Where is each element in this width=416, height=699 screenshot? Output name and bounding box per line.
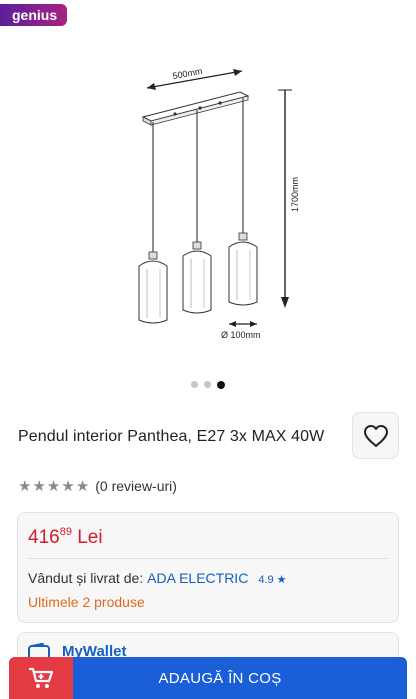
price: 41689 Lei bbox=[28, 526, 103, 549]
seller-rating-value: 4.9 bbox=[258, 574, 274, 586]
height-dimension-label: 1700mm bbox=[290, 177, 300, 212]
gallery-pagination[interactable] bbox=[0, 380, 416, 389]
lamp-drawing: 500mm Ø 100mm 1700mm bbox=[138, 66, 300, 340]
product-title-row: Pendul interior Panthea, E27 3x MAX 40W bbox=[18, 412, 399, 460]
seller-rating[interactable]: 4.9 ★ bbox=[258, 573, 286, 586]
divider bbox=[28, 558, 388, 559]
star-icon: ★ bbox=[75, 476, 90, 495]
price-decimals: 89 bbox=[59, 526, 72, 538]
star-icon: ★ bbox=[46, 476, 61, 495]
gallery-dot[interactable] bbox=[204, 381, 211, 388]
seller-info: Vândut și livrat de: ADA ELECTRIC 4.9 ★ bbox=[28, 570, 287, 586]
price-integer: 416 bbox=[28, 527, 60, 548]
favorite-button[interactable] bbox=[352, 412, 399, 459]
seller-name-link[interactable]: ADA ELECTRIC bbox=[147, 570, 248, 586]
heart-icon bbox=[363, 424, 388, 447]
stock-status: Ultimele 2 produse bbox=[28, 594, 145, 610]
cart-icon bbox=[29, 667, 54, 688]
star-icon: ★ bbox=[61, 476, 75, 495]
star-icon: ★ bbox=[18, 476, 32, 495]
price-currency: Lei bbox=[77, 527, 103, 548]
gallery-dot[interactable] bbox=[191, 381, 198, 388]
add-to-cart-button[interactable]: ADAUGĂ ÎN COȘ bbox=[9, 657, 407, 699]
rating-stars: ★ ★ ★ ★ ★ bbox=[18, 476, 90, 495]
seller-prefix: Vândut și livrat de: bbox=[28, 570, 144, 586]
add-to-cart-label: ADAUGĂ ÎN COȘ bbox=[158, 669, 282, 687]
rating-row[interactable]: ★ ★ ★ ★ ★ (0 review-uri) bbox=[18, 478, 177, 494]
product-image-gallery[interactable]: 500mm Ø 100mm 1700mm bbox=[0, 30, 416, 370]
star-icon: ★ bbox=[32, 476, 46, 495]
genius-badge: genius bbox=[0, 4, 68, 26]
product-title: Pendul interior Panthea, E27 3x MAX 40W bbox=[18, 428, 325, 445]
gallery-dot-active[interactable] bbox=[217, 380, 225, 389]
cart-icon-box bbox=[9, 657, 73, 699]
offer-card: 41689 Lei Vândut și livrat de: ADA ELECT… bbox=[17, 512, 399, 623]
reviews-link[interactable]: (0 review-uri) bbox=[95, 478, 177, 494]
star-icon: ★ bbox=[276, 574, 287, 586]
diameter-dimension-label: Ø 100mm bbox=[221, 330, 261, 340]
